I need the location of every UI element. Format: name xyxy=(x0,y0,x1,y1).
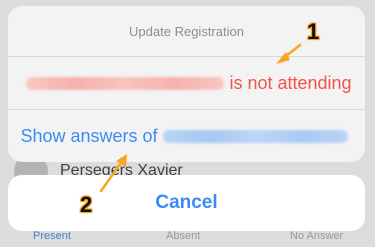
not-attending-button[interactable]: is not attending xyxy=(8,57,365,109)
cancel-button[interactable]: Cancel xyxy=(8,175,365,231)
show-answers-label: Show answers of xyxy=(20,125,158,146)
show-answers-button[interactable]: Show answers of xyxy=(8,110,365,162)
tab-present: Present xyxy=(33,230,71,242)
redacted-name xyxy=(26,76,225,90)
tab-no-answer: No Answer xyxy=(290,230,344,242)
not-attending-label: is not attending xyxy=(229,72,352,93)
tab-absent: Absent xyxy=(166,230,201,242)
annotation-marker-2: 2 xyxy=(80,192,93,217)
annotation-marker-1: 1 xyxy=(307,19,320,44)
redacted-name xyxy=(162,129,348,143)
